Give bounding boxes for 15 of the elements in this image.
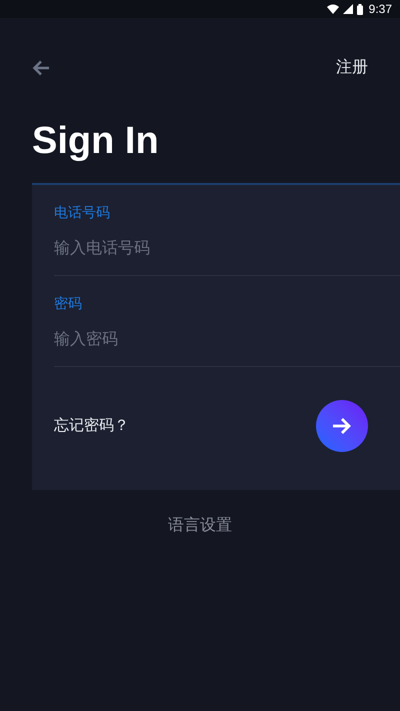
forgot-password-link[interactable]: 忘记密码？ bbox=[54, 414, 129, 438]
wifi-icon bbox=[326, 4, 339, 14]
back-arrow-icon[interactable] bbox=[32, 60, 50, 76]
input-field[interactable]: 输入电话号码 bbox=[54, 222, 400, 276]
arrow-right-icon bbox=[332, 417, 352, 435]
register-link[interactable]: 注册 bbox=[336, 56, 368, 80]
page-title: Sign In bbox=[32, 119, 159, 164]
signal-icon bbox=[342, 4, 353, 14]
input-field[interactable]: 输入密码 bbox=[54, 313, 400, 367]
language-settings-link[interactable]: 语言设置 bbox=[168, 514, 232, 538]
status-time: 9:37 bbox=[368, 1, 392, 18]
field-label: 电话号码 bbox=[54, 203, 110, 222]
submit-button[interactable] bbox=[316, 400, 368, 452]
field-label: 密码 bbox=[54, 294, 82, 313]
battery-icon bbox=[356, 4, 363, 14]
